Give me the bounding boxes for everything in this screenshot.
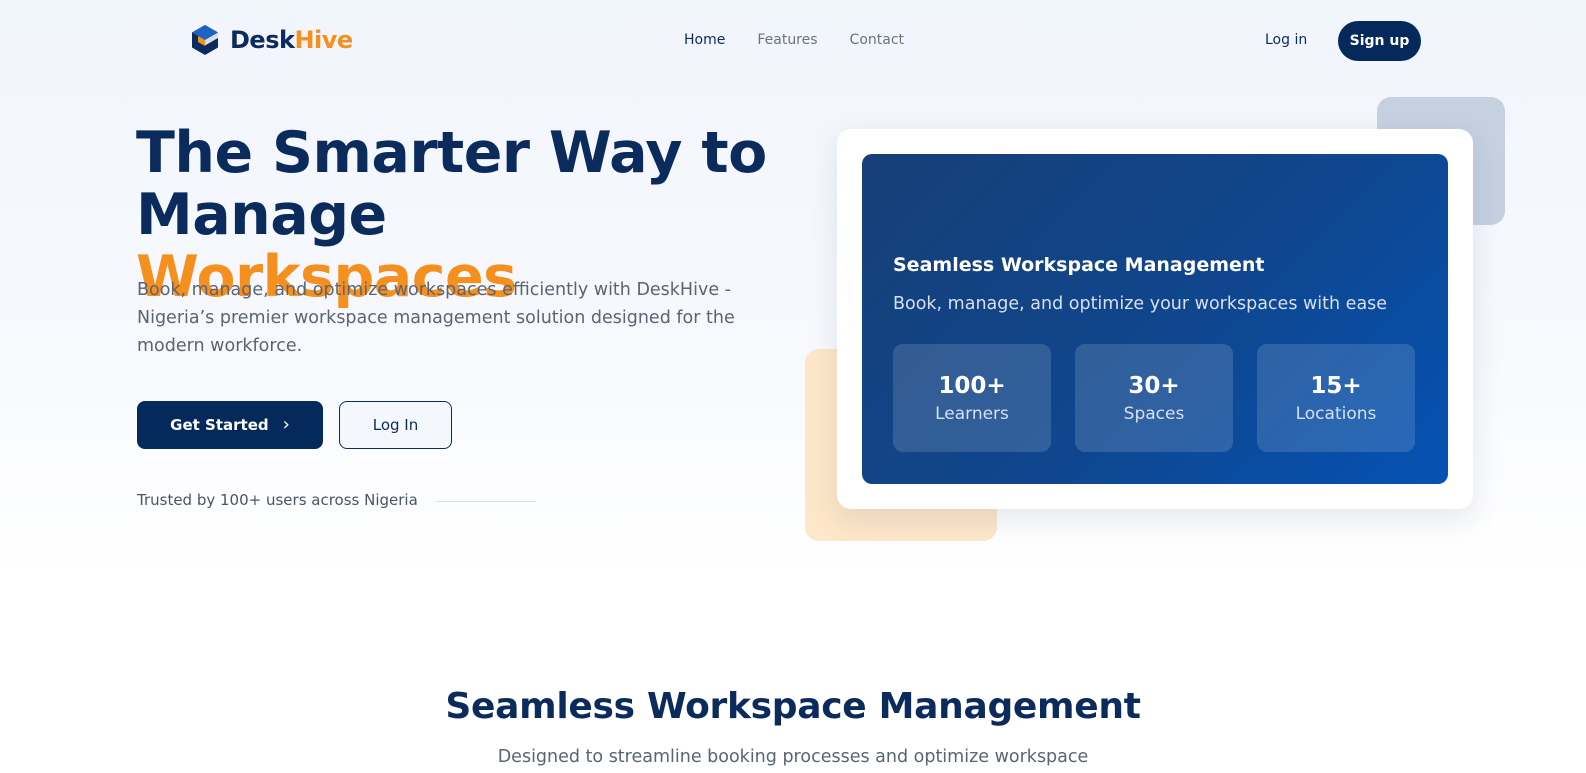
stat-label: Spaces (1123, 404, 1185, 424)
section-title: Seamless Workspace Management (445, 686, 1141, 727)
nav-link-home[interactable]: Home (684, 32, 725, 48)
top-navigation: DeskHive Home Features Contact Log in Si… (0, 0, 1586, 82)
brand-name-hive: Hive (294, 26, 353, 54)
hero-subtitle: Book, manage, and optimize workspaces ef… (137, 280, 735, 356)
hero-title-line1: The Smarter Way to (136, 120, 767, 186)
brand-name: DeskHive (230, 26, 353, 54)
nav-link-features[interactable]: Features (757, 32, 817, 48)
get-started-label: Get Started (170, 416, 269, 434)
stat-card-locations: 15+ Locations (1257, 344, 1415, 452)
stat-value: 15+ (1310, 373, 1362, 399)
hero-title-line2-plain: Manage (136, 182, 387, 248)
hero-card-subtitle: Book, manage, and optimize your workspac… (893, 294, 1388, 314)
hero-login-button[interactable]: Log In (339, 401, 452, 449)
stat-label: Learners (935, 404, 1009, 424)
chevron-right-icon: › (282, 414, 290, 435)
trusted-divider (436, 501, 536, 502)
brand-name-desk: Desk (230, 26, 295, 54)
hexagon-logo-icon (192, 25, 218, 55)
signup-button[interactable]: Sign up (1338, 21, 1421, 61)
trusted-text: Trusted by 100+ users across Nigeria (137, 491, 418, 509)
stat-label: Locations (1295, 404, 1377, 424)
stat-value: 100+ (938, 373, 1006, 399)
stat-value: 30+ (1128, 373, 1180, 399)
stat-card-learners: 100+ Learners (893, 344, 1051, 452)
nav-login-link[interactable]: Log in (1265, 32, 1307, 48)
hero-card-title: Seamless Workspace Management (893, 254, 1265, 276)
stat-card-spaces: 30+ Spaces (1075, 344, 1233, 452)
get-started-button[interactable]: Get Started › (137, 401, 323, 449)
brand-logo[interactable]: DeskHive (190, 24, 353, 56)
section-subtitle: Designed to streamline booking processes… (497, 747, 1089, 767)
nav-link-contact[interactable]: Contact (850, 32, 904, 48)
nav-links: Home Features Contact (684, 32, 936, 48)
